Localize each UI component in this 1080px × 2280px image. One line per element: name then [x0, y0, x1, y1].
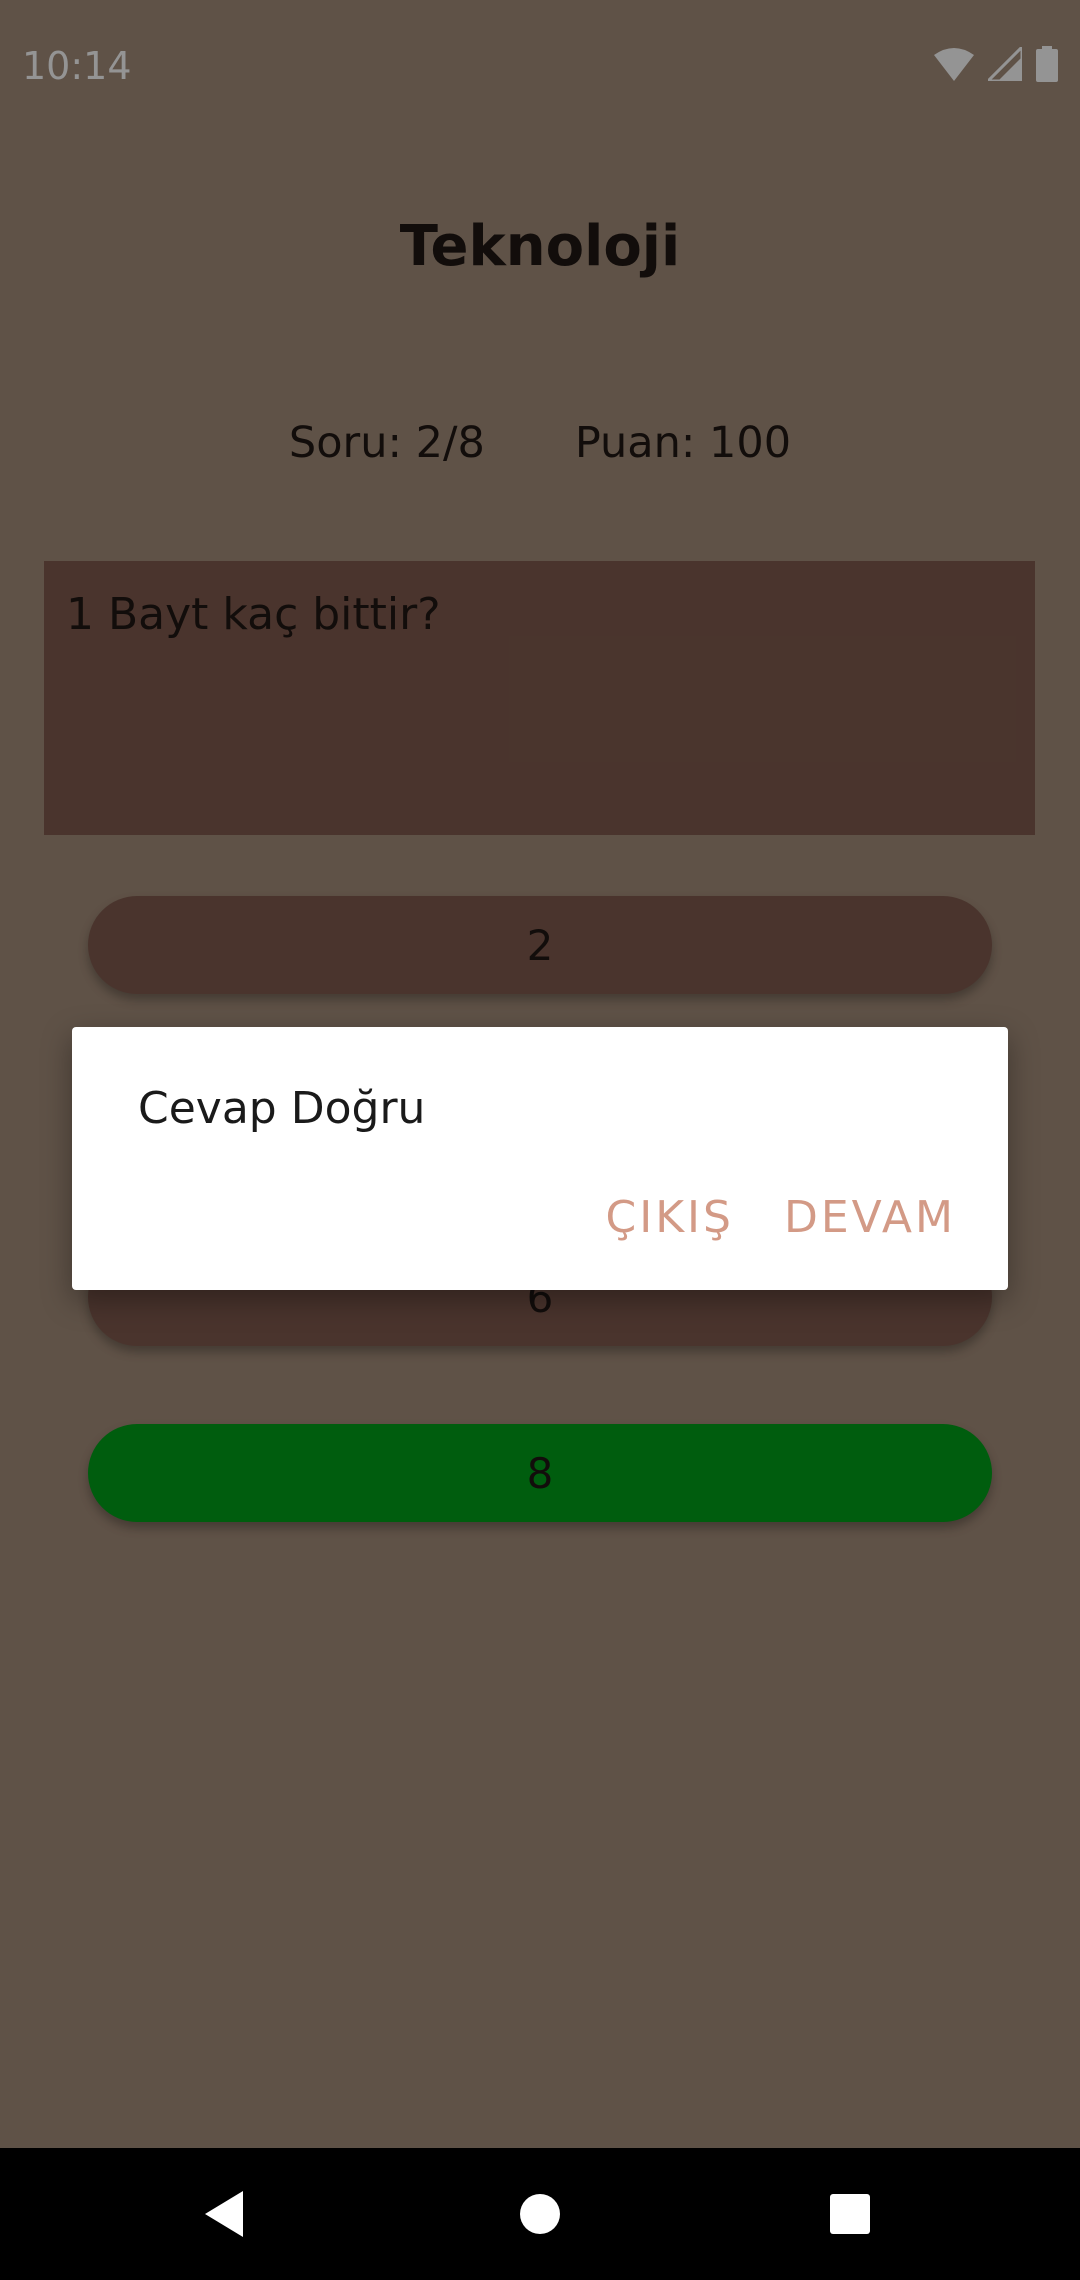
- result-dialog: Cevap Doğru ÇIKIŞ DEVAM: [72, 1027, 1008, 1290]
- recents-icon: [830, 2194, 870, 2234]
- recents-button[interactable]: [770, 2148, 930, 2280]
- dialog-message: Cevap Doğru: [138, 1083, 426, 1134]
- home-button[interactable]: [460, 2148, 620, 2280]
- exit-button[interactable]: ÇIKIŞ: [606, 1192, 734, 1243]
- back-button[interactable]: [145, 2148, 305, 2280]
- home-icon: [520, 2194, 560, 2234]
- continue-button[interactable]: DEVAM: [784, 1192, 956, 1243]
- dialog-actions: ÇIKIŞ DEVAM: [606, 1192, 957, 1243]
- navigation-bar: [0, 2148, 1080, 2280]
- back-icon: [205, 2191, 243, 2237]
